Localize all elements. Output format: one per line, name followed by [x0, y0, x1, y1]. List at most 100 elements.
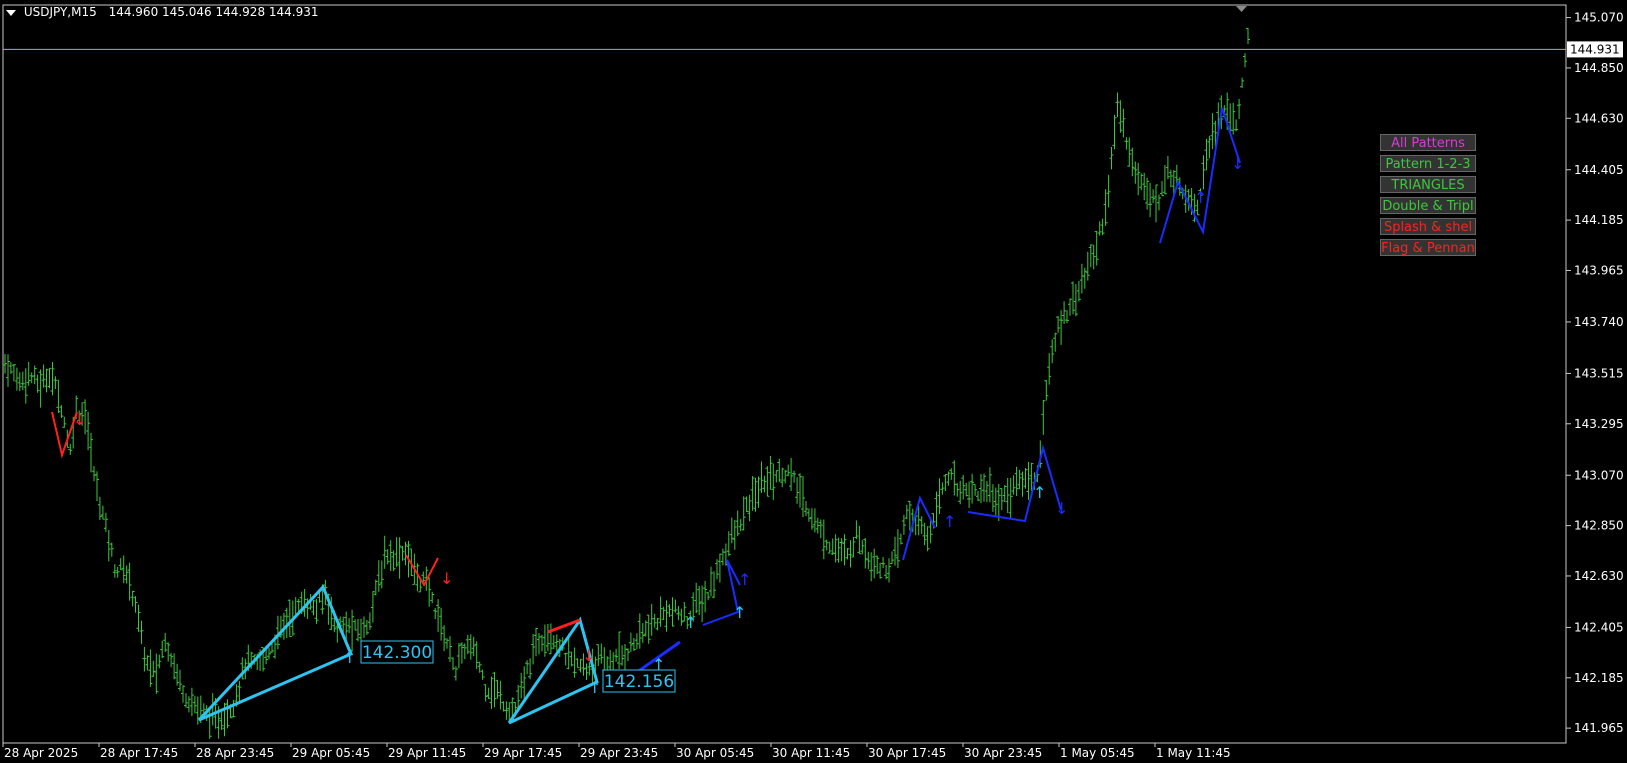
ohlc-bar	[789, 458, 794, 491]
ohlc-bar	[646, 614, 651, 644]
ohlc-bar	[709, 566, 713, 597]
splash-shelf-button[interactable]: Splash & shel	[1380, 218, 1476, 235]
ohlc-bar	[1207, 135, 1212, 159]
ohlc-bar	[1210, 113, 1215, 150]
symbol-label: USDJPY,M15	[23, 5, 97, 19]
pattern-blue-line-4	[967, 444, 1062, 523]
flag-pennant-button[interactable]: Flag & Pennan	[1380, 239, 1476, 256]
ohlc-bar	[887, 558, 891, 583]
ohlc-bar	[649, 603, 654, 636]
y-tick-label: 141.965	[1574, 721, 1624, 735]
ohlc-bar	[172, 653, 177, 680]
ohlc-bar	[1008, 477, 1013, 519]
ohlc-bar	[952, 460, 957, 496]
ohlc-bar	[50, 362, 55, 396]
ohlc-bar	[572, 647, 577, 678]
ohlc-bar	[483, 684, 488, 702]
x-tick-label: 1 May 11:45	[1156, 746, 1231, 760]
ohlc-bar	[62, 416, 67, 428]
ohlc-bar	[1020, 471, 1025, 497]
y-tick-label: 142.185	[1574, 671, 1624, 685]
ohlc-bar	[640, 623, 645, 643]
ohlc-bar	[881, 557, 886, 568]
ohlc-bar	[1079, 263, 1084, 294]
ohlc-bar	[38, 369, 43, 408]
ohlc-bar	[780, 467, 785, 488]
ohlc-bar	[489, 676, 494, 710]
ohlc-bar	[175, 663, 180, 686]
ohlc-bar	[127, 562, 132, 601]
ohlc-bar	[973, 483, 978, 496]
ohlc-bar	[842, 534, 847, 566]
ohlc-bar	[982, 473, 986, 502]
ohlc-bar	[1017, 469, 1022, 490]
ohlc-bar	[741, 496, 746, 531]
ohlc-bar	[56, 379, 61, 413]
triangles-button[interactable]: TRIANGLES	[1380, 176, 1476, 193]
ohlc-bar	[35, 374, 40, 393]
ohlc-bar	[163, 633, 168, 652]
up-arrow-icon: ↑	[343, 648, 356, 667]
chart-shift-marker-icon[interactable]	[1236, 6, 1247, 12]
ohlc-bar	[836, 537, 841, 563]
double-triple-button[interactable]: Double & Tripl	[1380, 197, 1476, 214]
down-arrow-icon: ↓	[1231, 154, 1244, 173]
ohlc-bar	[1246, 28, 1250, 44]
price-chart[interactable]: ↓ ↓ ↓ ↑ ↑ ↑ ↑ ↑ ↑ ↑ ↑ ↓ ↑ ↓ 142.300 142.…	[0, 0, 1627, 763]
ohlc-bar	[528, 658, 533, 680]
ohlc-bar	[940, 482, 945, 495]
x-tick-label: 30 Apr 23:45	[964, 746, 1042, 760]
ohlc-bar	[237, 680, 242, 701]
ohlc-bar	[367, 612, 372, 630]
ohlc-bar	[623, 644, 627, 671]
ohlc-bar	[23, 368, 28, 404]
ohlc-bar	[652, 613, 657, 628]
price-axis: 141.965 142.185 142.405 142.630 142.850 143.0…	[1566, 11, 1624, 735]
ohlc-bar	[1071, 281, 1075, 315]
ohlc-bar	[860, 540, 865, 555]
ohlc-bar	[753, 477, 758, 512]
ohlc-bar	[388, 540, 393, 572]
ohlc-bar	[1091, 244, 1096, 270]
y-tick-label: 142.850	[1574, 519, 1624, 533]
ohlc-bar	[1082, 267, 1087, 289]
ohlc-bar	[267, 647, 271, 660]
ohlc-bar	[433, 607, 438, 620]
ohlc-bar	[133, 596, 138, 613]
ohlc-bar	[370, 591, 375, 623]
ohlc-bar	[486, 687, 491, 699]
y-tick-label: 142.630	[1574, 569, 1624, 583]
ohlc-bar	[184, 693, 188, 708]
ohlc-bar	[130, 590, 135, 607]
ohlc-bar	[575, 658, 580, 669]
x-tick-label: 29 Apr 17:45	[484, 746, 562, 760]
ohlc-bar	[1097, 221, 1102, 236]
y-tick-label: 144.630	[1574, 111, 1624, 125]
ohlc-bar	[833, 534, 838, 563]
ohlc-bar	[525, 660, 530, 675]
ohlc-bar	[732, 520, 737, 550]
ohlc-bar	[984, 481, 989, 503]
chevron-down-icon[interactable]	[6, 9, 16, 16]
ohlc-bar	[937, 478, 942, 514]
ohlc-bar	[302, 589, 307, 617]
ohlc-bar	[148, 649, 153, 687]
down-arrow-icon: ↓	[440, 569, 453, 588]
ohlc-bar	[845, 548, 850, 560]
ohlc-bar	[95, 471, 99, 501]
ohlc-bar	[225, 699, 230, 729]
ohlc-bar	[53, 376, 58, 390]
ohlc-bar	[14, 367, 19, 391]
plot-frame	[2, 4, 1567, 744]
ohlc-bar	[154, 653, 159, 694]
x-tick-label: 1 May 05:45	[1060, 746, 1135, 760]
pattern-123-button[interactable]: Pattern 1-2-3	[1380, 155, 1476, 172]
ohlc-bar	[373, 579, 378, 596]
ohlc-bar	[890, 551, 894, 565]
up-arrow-icon: ↑	[1194, 188, 1207, 207]
all-patterns-button[interactable]: All Patterns	[1380, 134, 1476, 151]
ohlc-bar	[189, 687, 194, 716]
ohlc-bar	[673, 599, 678, 613]
ohlc-bar	[895, 529, 900, 568]
ohlc-bar	[715, 559, 719, 580]
